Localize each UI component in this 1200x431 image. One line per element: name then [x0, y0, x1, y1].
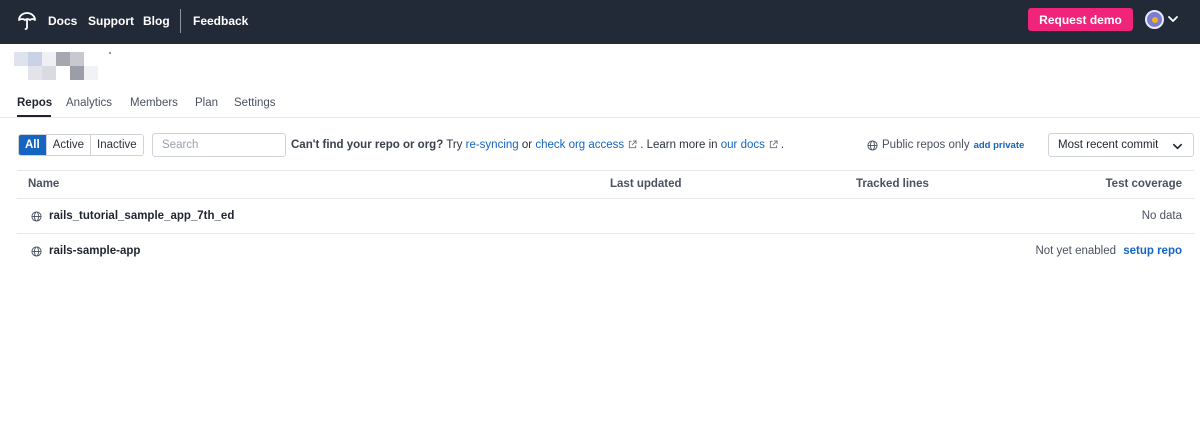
repo-name-label: rails_tutorial_sample_app_7th_ed	[49, 210, 235, 222]
public-repos-toggle: Public repos only add private	[867, 139, 1024, 151]
column-header-tracked-lines[interactable]: Tracked lines	[856, 178, 929, 190]
avatar-image	[1151, 16, 1158, 23]
help-end: .	[780, 139, 785, 151]
tabs-divider	[0, 117, 1200, 118]
globe-icon	[31, 210, 42, 222]
resync-link[interactable]: re-syncing	[466, 139, 519, 151]
tab-analytics[interactable]: Analytics	[66, 97, 112, 109]
nav-docs-link[interactable]: Docs	[48, 13, 77, 29]
test-coverage-cell: Not yet enabled setup repo	[1035, 245, 1182, 257]
tab-settings[interactable]: Settings	[234, 97, 276, 109]
filter-all-button[interactable]: All	[19, 135, 47, 155]
sort-value: Most recent commit	[1058, 139, 1159, 151]
repo-name-label: rails-sample-app	[49, 245, 141, 257]
external-link-icon	[769, 140, 778, 149]
nav-blog-link[interactable]: Blog	[143, 13, 170, 29]
umbrella-logo-icon[interactable]	[17, 11, 37, 31]
help-or: or	[521, 139, 533, 151]
sort-select[interactable]: Most recent commit	[1048, 133, 1194, 157]
tab-members[interactable]: Members	[130, 97, 178, 109]
status-filter: All Active Inactive	[18, 134, 144, 156]
globe-icon	[867, 139, 878, 151]
repo-name[interactable]: rails-sample-app	[31, 245, 140, 257]
public-repos-label: Public repos only	[882, 139, 970, 151]
column-header-last-updated[interactable]: Last updated	[610, 178, 682, 190]
globe-icon	[31, 245, 42, 257]
setup-repo-link[interactable]: setup repo	[1123, 245, 1182, 257]
filter-active-button[interactable]: Active	[46, 135, 92, 155]
repo-name[interactable]: rails_tutorial_sample_app_7th_ed	[31, 210, 234, 222]
our-docs-link[interactable]: our docs	[721, 139, 765, 151]
add-private-link[interactable]: add private	[974, 140, 1025, 151]
request-demo-button[interactable]: Request demo	[1028, 8, 1133, 31]
check-org-access-link[interactable]: check org access	[535, 139, 624, 151]
row-divider	[17, 233, 1194, 234]
coverage-status: Not yet enabled	[1035, 245, 1116, 257]
table-top-border	[17, 170, 1194, 171]
repo-search-input[interactable]	[152, 133, 286, 157]
coverage-status: No data	[1141, 210, 1182, 222]
user-avatar[interactable]	[1145, 10, 1164, 29]
column-header-name[interactable]: Name	[28, 178, 59, 190]
help-try: Try	[446, 139, 463, 151]
top-navbar: Docs Support Blog Feedback Request demo	[0, 0, 1200, 44]
test-coverage-cell: No data	[1142, 210, 1182, 222]
external-link-icon	[629, 140, 637, 149]
help-lead: Can't find your repo or org?	[291, 139, 444, 151]
tab-repos[interactable]: Repos	[17, 97, 52, 109]
chevron-down-icon	[1173, 143, 1182, 150]
repo-help-text: Can't find your repo or org? Try re-sync…	[291, 139, 784, 151]
org-logo	[14, 52, 111, 82]
tab-plan[interactable]: Plan	[195, 97, 218, 109]
help-learn: . Learn more in	[640, 139, 718, 151]
nav-divider	[180, 9, 181, 33]
filter-inactive-button[interactable]: Inactive	[91, 135, 143, 155]
nav-support-link[interactable]: Support	[88, 13, 134, 29]
nav-feedback-link[interactable]: Feedback	[193, 13, 248, 29]
chevron-down-icon[interactable]	[1167, 13, 1179, 25]
column-header-test-coverage[interactable]: Test coverage	[1106, 178, 1183, 190]
table-header-border	[17, 198, 1194, 199]
